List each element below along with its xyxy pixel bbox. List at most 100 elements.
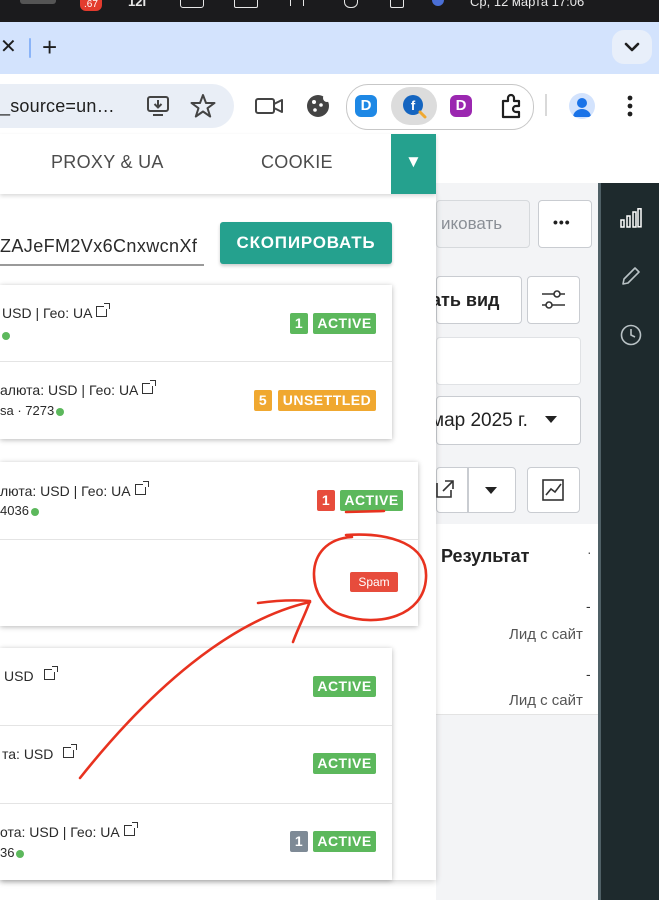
extensions-puzzle-icon[interactable]: [498, 92, 526, 120]
search-icon[interactable]: [344, 0, 358, 8]
extension-d-purple-icon[interactable]: D: [450, 95, 472, 117]
pencil-icon[interactable]: [620, 265, 642, 287]
green-dot-icon: [30, 507, 39, 516]
table-header: Результат ·: [436, 524, 598, 591]
wifi-icon[interactable]: [290, 0, 304, 6]
profile-avatar[interactable]: [569, 93, 595, 119]
account-info-text: USD | Гео: UA: [2, 305, 93, 321]
browser-menu-icon[interactable]: [624, 94, 636, 118]
account-info: USD | Гео: UA: [2, 303, 111, 321]
new-tab-button[interactable]: +: [42, 32, 57, 63]
status-badge: ACTIVE: [313, 676, 376, 697]
more-options-button[interactable]: •••: [538, 200, 592, 248]
green-dot-icon: [16, 849, 25, 858]
account-row[interactable]: USD | Гео: UA 1 ACTIVE: [0, 285, 392, 361]
tab-separator: [29, 38, 31, 58]
save-view-button[interactable]: ать вид: [431, 276, 522, 324]
card-info: 4036: [0, 503, 39, 518]
sliders-icon: [542, 290, 565, 309]
external-link-icon[interactable]: [142, 380, 157, 394]
external-link-icon[interactable]: [43, 666, 58, 680]
account-info: ота: USD | Гео: UA: [0, 822, 138, 840]
account-info-text: люта: USD | Гео: UA: [0, 483, 131, 499]
tab-cookie[interactable]: COOKIE: [261, 152, 333, 173]
account-info: USD: [4, 666, 58, 684]
status-badge: ACTIVE: [313, 753, 376, 774]
caret-down-icon[interactable]: [484, 486, 498, 496]
stats-bars-icon[interactable]: [620, 208, 642, 228]
display-icon[interactable]: [234, 0, 258, 8]
account-card: USD ACTIVE та: USD ACTIVE ота: USD | Гео…: [0, 648, 392, 880]
account-row[interactable]: USD ACTIVE: [0, 648, 392, 725]
caret-down-icon: [545, 416, 557, 423]
status-dot: [0, 327, 10, 345]
popup-dropdown-button[interactable]: ▼: [391, 134, 436, 194]
chart-button[interactable]: [527, 467, 580, 513]
card-info-text: 36: [0, 845, 15, 860]
camera-icon[interactable]: [254, 96, 284, 116]
status-badge: ACTIVE: [313, 313, 376, 334]
extension-d-blue-icon[interactable]: D: [355, 95, 377, 117]
token-field[interactable]: ZAJeFM2Vx6CnxwcnXf: [0, 236, 197, 257]
menu-bar-date[interactable]: Ср, 12 марта 17:06: [470, 0, 584, 9]
table-row[interactable]: - Лид с сайт: [436, 652, 598, 715]
count-badge: 1: [317, 490, 335, 511]
card-info-text: 4036: [0, 503, 29, 518]
control-center-icon[interactable]: [390, 0, 404, 8]
os-menu-bar: .67 12I Ср, 12 марта 17:06: [0, 0, 659, 22]
card-info: sa · 7273: [0, 403, 65, 418]
address-bar-url[interactable]: _source=un…: [0, 96, 115, 117]
external-link-icon[interactable]: [134, 481, 149, 495]
external-link-icon[interactable]: [123, 822, 138, 836]
cookie-icon[interactable]: [305, 93, 331, 119]
status-badge: UNSETTLED: [278, 390, 376, 411]
tab-proxy-ua[interactable]: PROXY & UA: [51, 152, 164, 173]
account-card: USD | Гео: UA 1 ACTIVE алюта: USD | Гео:…: [0, 285, 392, 439]
popup-tab-bar: PROXY & UA COOKIE: [0, 134, 436, 194]
filter-settings-button[interactable]: [527, 276, 580, 324]
tab-close-icon[interactable]: ✕: [0, 34, 17, 59]
date-range-select[interactable]: мар 2025 г.: [431, 396, 581, 445]
account-row[interactable]: та: USD ACTIVE: [0, 726, 392, 803]
account-row[interactable]: Spam: [0, 540, 418, 626]
account-row[interactable]: алюта: USD | Гео: UA sa · 7273 5 UNSETTL…: [0, 362, 392, 439]
bookmark-star-icon[interactable]: [190, 93, 216, 119]
person-icon: [573, 98, 591, 117]
save-view-label: ать вид: [431, 290, 500, 310]
menu-item[interactable]: 12I: [128, 0, 146, 9]
copy-button[interactable]: СКОПИРОВАТЬ: [220, 222, 392, 264]
count-badge: 5: [254, 390, 272, 411]
account-info: люта: USD | Гео: UA: [0, 481, 149, 499]
tab-strip: [0, 22, 659, 74]
spam-tag: Spam: [350, 572, 398, 592]
dropdown-triangle-icon: ▼: [405, 152, 422, 171]
account-card: люта: USD | Гео: UA 4036 1 ACTIVE Spam: [0, 462, 418, 626]
external-link-icon[interactable]: [96, 303, 111, 317]
window-icon[interactable]: [180, 0, 204, 8]
status-badge: ACTIVE: [313, 831, 376, 852]
account-info-text: та: USD: [2, 746, 54, 762]
app-icon[interactable]: [20, 0, 56, 4]
publish-button-label: иковать: [441, 214, 503, 233]
external-link-icon[interactable]: [63, 744, 78, 758]
tab-search-button[interactable]: [612, 30, 652, 64]
account-info-text: ота: USD | Гео: UA: [0, 824, 120, 840]
table-row[interactable]: - Лид с сайт: [436, 590, 598, 653]
install-app-icon[interactable]: [145, 94, 173, 118]
account-row[interactable]: люта: USD | Гео: UA 4036 1 ACTIVE: [0, 462, 418, 539]
column-header-result[interactable]: Результат: [441, 546, 529, 567]
account-info: алюта: USD | Гео: UA: [0, 380, 157, 398]
search-field[interactable]: [436, 337, 581, 385]
trend-chart-icon: [542, 479, 564, 501]
siri-icon[interactable]: [432, 0, 444, 6]
account-row[interactable]: ота: USD | Гео: UA 36 1 ACTIVE: [0, 804, 392, 880]
publish-button[interactable]: иковать: [436, 200, 530, 248]
export-button-group[interactable]: [436, 467, 516, 513]
extension-facebook-search-icon[interactable]: f: [401, 93, 427, 119]
svg-text:f: f: [411, 98, 416, 113]
token-underline: [0, 264, 204, 266]
status-badge: ACTIVE: [340, 490, 403, 511]
export-icon: [436, 480, 454, 498]
clock-icon[interactable]: [619, 323, 643, 347]
date-range-value: мар 2025 г.: [431, 410, 528, 431]
